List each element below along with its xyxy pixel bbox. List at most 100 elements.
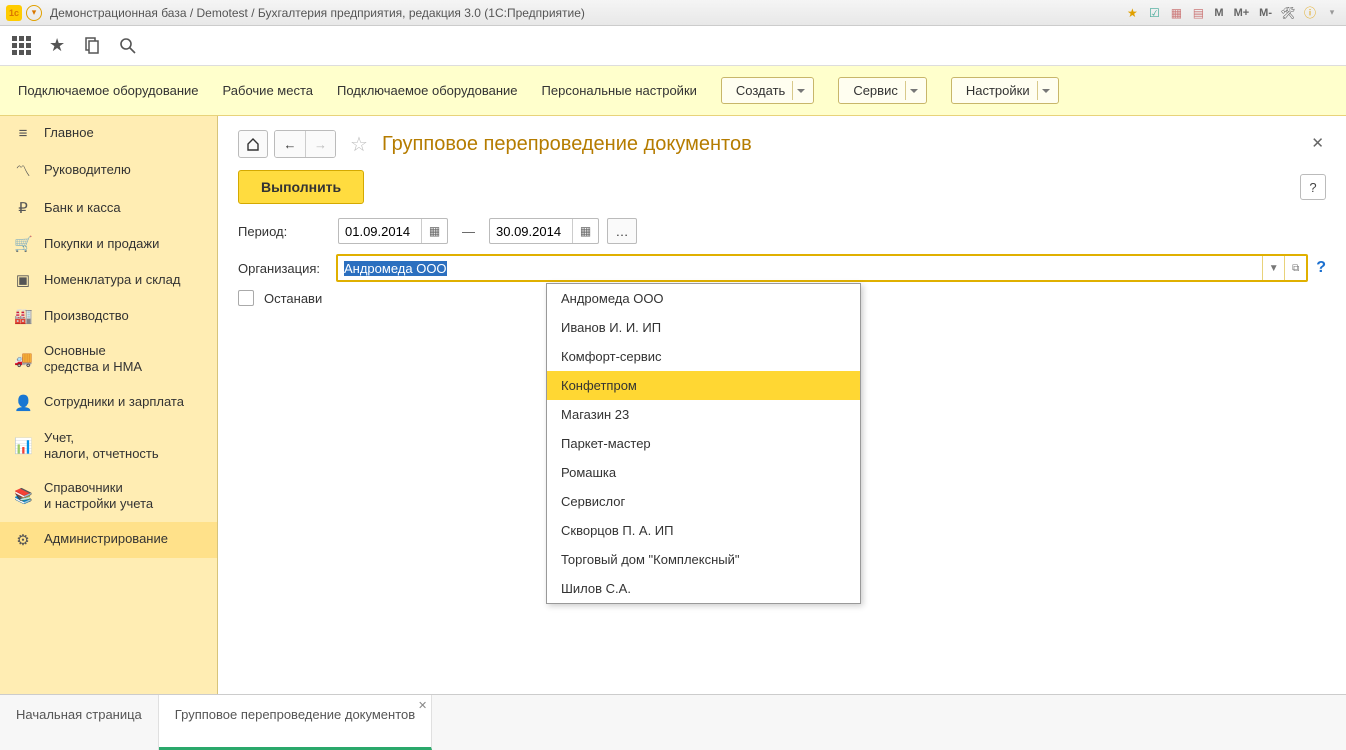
date-to-input[interactable] [490, 224, 572, 239]
calc-icon[interactable]: ▦ [1168, 5, 1184, 21]
calendar-from-icon[interactable]: ▦ [421, 219, 447, 243]
plant-icon: 🏭 [14, 307, 32, 325]
service-button-label: Сервис [853, 83, 898, 98]
home-button[interactable] [238, 130, 268, 158]
period-picker-button[interactable]: … [607, 218, 637, 244]
sidebar-item-5[interactable]: 🏭 Производство [0, 298, 217, 334]
dropdown-circle-icon[interactable]: ▾ [26, 5, 42, 21]
dropdown-item[interactable]: Ромашка [547, 458, 860, 487]
checkbox-icon[interactable]: ☑ [1146, 5, 1162, 21]
ruble-icon: ₽ [14, 199, 32, 217]
organization-help-link[interactable]: ? [1316, 259, 1326, 277]
dropdown-item[interactable]: Сервислог [547, 487, 860, 516]
sidebar-item-1[interactable]: 〽Руководителю [0, 151, 217, 190]
bars-icon: ≡ [14, 125, 32, 142]
organization-input[interactable] [338, 256, 1262, 280]
back-button[interactable]: ← [275, 131, 305, 157]
cart-icon: 🛒 [14, 235, 32, 253]
page-title: Групповое перепроведение документов [382, 133, 752, 156]
search-icon[interactable] [119, 37, 137, 55]
dropdown-item[interactable]: Торговый дом "Комплексный" [547, 545, 860, 574]
app-logo-icon: 1c [6, 5, 22, 21]
favorite-star-outline-icon[interactable]: ☆ [350, 132, 368, 157]
stop-label: Останави [264, 291, 322, 306]
date-from-input[interactable] [339, 224, 421, 239]
clipboard-icon[interactable] [83, 37, 101, 55]
sidebar-item-label: Производство [44, 308, 129, 324]
sidebar-item-label: Главное [44, 125, 94, 141]
memory-m-button[interactable]: M [1212, 7, 1225, 19]
header-row: ← → ☆ Групповое перепроведение документо… [238, 130, 1326, 158]
create-button[interactable]: Создать [721, 77, 814, 104]
dropdown-item[interactable]: Шилов С.А. [547, 574, 860, 603]
tool-row: ★ [0, 26, 1346, 66]
sidebar: ≡ Главное 〽Руководителю₽Банк и касса🛒Покуп… [0, 116, 218, 694]
period-label: Период: [238, 224, 330, 239]
dropdown-item[interactable]: Конфетпром [547, 371, 860, 400]
close-icon[interactable]: ✕ [1311, 134, 1324, 152]
execute-button[interactable]: Выполнить [238, 170, 364, 204]
sidebar-item-4[interactable]: ▣Номенклатура и склад [0, 262, 217, 298]
person-icon: 👤 [14, 394, 32, 412]
dropdown-item[interactable]: Андромеда ООО [547, 284, 860, 313]
calendar-icon[interactable]: ▤ [1190, 5, 1206, 21]
gear-icon: ⚙ [14, 531, 32, 549]
cmd-link-workplaces[interactable]: Рабочие места [223, 83, 313, 98]
sidebar-item-0[interactable]: ≡ Главное [0, 116, 217, 151]
info-icon[interactable]: ⓘ [1302, 5, 1318, 21]
create-button-label: Создать [736, 83, 785, 98]
menu-grid-icon[interactable] [12, 36, 31, 55]
settings-button[interactable]: Настройки [951, 77, 1059, 104]
favorite-star-icon[interactable]: ★ [1124, 5, 1140, 21]
organization-dropdown-icon[interactable]: ▼ [1262, 256, 1284, 280]
dropdown-item[interactable]: Паркет-мастер [547, 429, 860, 458]
execute-row: Выполнить ? [238, 170, 1326, 204]
title-bar: 1c ▾ Демонстрационная база / Demotest / … [0, 0, 1346, 26]
footer-tabs: Начальная страница Групповое перепроведе… [0, 694, 1346, 750]
organization-open-icon[interactable]: ⧉ [1284, 256, 1306, 280]
help-button[interactable]: ? [1300, 174, 1326, 200]
tab-home-label: Начальная страница [16, 707, 142, 722]
cmd-link-pluggable-equipment[interactable]: Подключаемое оборудование [18, 83, 199, 98]
star-icon[interactable]: ★ [49, 35, 65, 56]
dropdown-item[interactable]: Комфорт-сервис [547, 342, 860, 371]
tab-home[interactable]: Начальная страница [0, 695, 159, 750]
cmd-link-personal-settings[interactable]: Персональные настройки [542, 83, 697, 98]
date-from-box: ▦ [338, 218, 448, 244]
sidebar-item-label: Основные средства и НМА [44, 343, 142, 376]
forward-button[interactable]: → [305, 131, 335, 157]
sidebar-item-label: Учет, налоги, отчетность [44, 430, 159, 463]
memory-mplus-button[interactable]: M+ [1232, 7, 1252, 19]
organization-input-wrapper: ▼ ⧉ [336, 254, 1308, 282]
truck-icon: 🚚 [14, 350, 32, 368]
tab-current[interactable]: Групповое перепроведение документов ✕ [159, 695, 432, 750]
sidebar-item-7[interactable]: 👤Сотрудники и зарплата [0, 385, 217, 421]
sidebar-item-9[interactable]: 📚Справочники и настройки учета [0, 471, 217, 522]
sidebar-item-8[interactable]: 📊Учет, налоги, отчетность [0, 421, 217, 472]
titlebar-tools: ★ ☑ ▦ ▤ M M+ M- 🛠 ⓘ ▾ [1124, 5, 1340, 21]
book-icon: 📚 [14, 487, 32, 505]
sidebar-item-2[interactable]: ₽Банк и касса [0, 190, 217, 226]
separator-icon: ▾ [1324, 5, 1340, 21]
wrench-icon[interactable]: 🛠 [1280, 5, 1296, 21]
stop-checkbox[interactable] [238, 290, 254, 306]
sidebar-item-10[interactable]: ⚙Администрирование [0, 522, 217, 558]
dropdown-item[interactable]: Магазин 23 [547, 400, 860, 429]
tab-current-label: Групповое перепроведение документов [175, 707, 415, 722]
trend-icon: 〽 [14, 160, 32, 181]
dropdown-item[interactable]: Иванов И. И. ИП [547, 313, 860, 342]
sidebar-item-3[interactable]: 🛒Покупки и продажи [0, 226, 217, 262]
nav-back-forward: ← → [274, 130, 336, 158]
memory-mminus-button[interactable]: M- [1257, 7, 1274, 19]
organization-label: Организация: [238, 261, 330, 276]
period-dash: — [462, 224, 475, 239]
cmd-link-pluggable-equipment-2[interactable]: Подключаемое оборудование [337, 83, 518, 98]
tab-close-icon[interactable]: ✕ [418, 699, 427, 712]
calendar-to-icon[interactable]: ▦ [572, 219, 598, 243]
dropdown-item[interactable]: Скворцов П. А. ИП [547, 516, 860, 545]
organization-row: Организация: ▼ ⧉ ? [238, 254, 1326, 282]
service-button[interactable]: Сервис [838, 77, 927, 104]
sidebar-item-label: Номенклатура и склад [44, 272, 180, 288]
window-title: Демонстрационная база / Demotest / Бухга… [50, 6, 1124, 20]
sidebar-item-6[interactable]: 🚚 Основные средства и НМА [0, 334, 217, 385]
